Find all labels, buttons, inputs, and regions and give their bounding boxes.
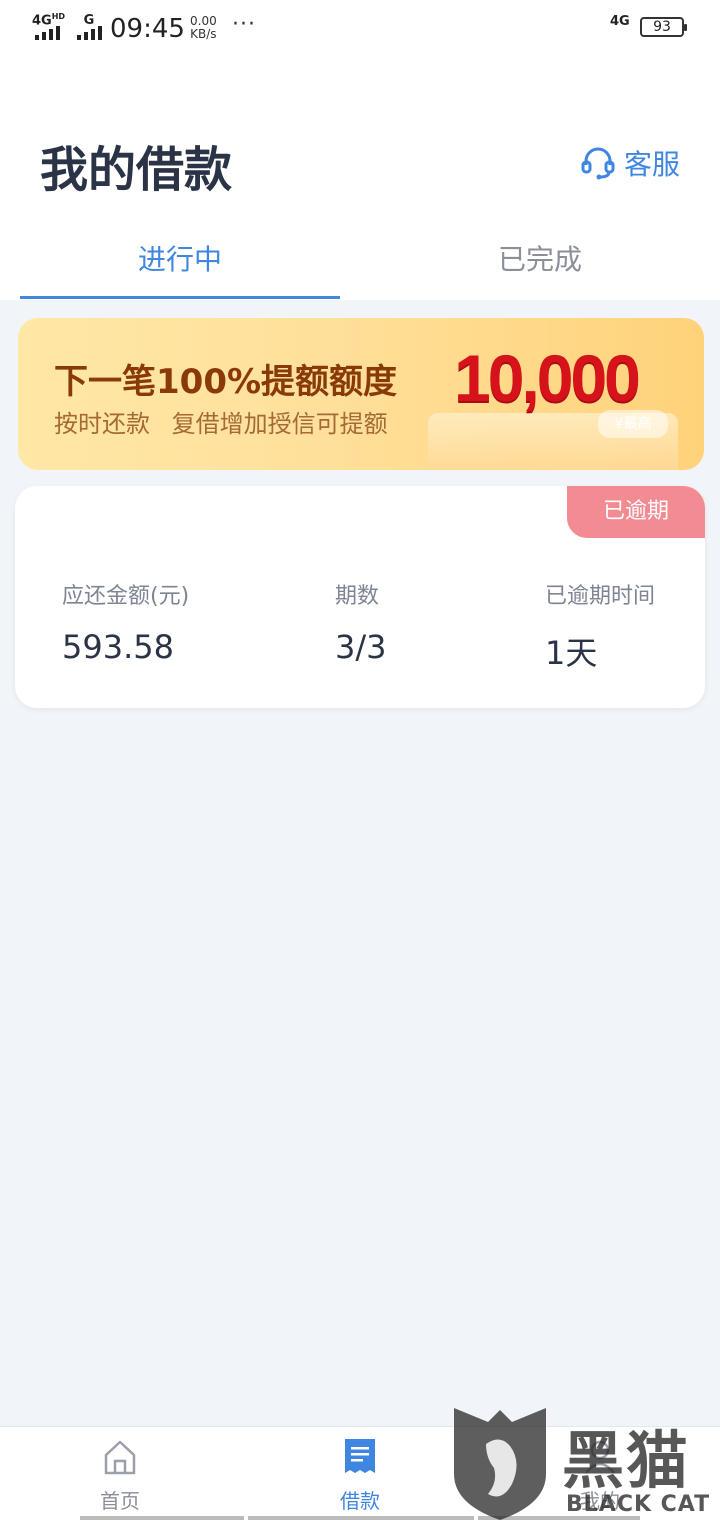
signal-icon (77, 26, 102, 40)
installments-value: 3/3 (335, 628, 387, 666)
installments-label: 期数 (335, 584, 380, 609)
banner-amount: 10,000 (454, 341, 641, 415)
user-icon (585, 1440, 615, 1474)
status-bar: 4GHD G 09:45 0.00 KB/s ··· 4G 93 (0, 0, 720, 60)
customer-service-button[interactable]: 客服 (580, 143, 680, 183)
active-tab-indicator (20, 296, 340, 299)
nav-loan[interactable]: 借款 (300, 1437, 420, 1514)
promo-banner[interactable]: ¥最高 下一笔100%提额额度 按时还款 复借增加授信可提额 10,000 (18, 318, 704, 470)
amount-due-value: 593.58 (62, 628, 174, 666)
nav-home-label: 首页 (100, 1489, 140, 1513)
amount-due-label: 应还金额(元) (62, 584, 190, 609)
banner-title: 下一笔100%提额额度 (54, 362, 398, 402)
nav-mine-label: 我的 (580, 1489, 620, 1513)
overdue-time-column: 已逾期时间 1天 (545, 578, 655, 674)
headset-icon (581, 147, 615, 180)
network-4g-indicator: 4G (610, 14, 630, 29)
tab-in-progress[interactable]: 进行中 (20, 238, 340, 278)
home-icon (104, 1440, 136, 1475)
nav-mine[interactable]: 我的 (540, 1437, 660, 1514)
battery-icon: 93 (640, 17, 687, 37)
signal-icon (35, 26, 60, 40)
bill-icon (345, 1439, 375, 1473)
overdue-time-label: 已逾期时间 (545, 584, 656, 609)
overdue-time-value: 1天 (545, 634, 598, 672)
header: 我的借款 客服 进行中 已完成 (0, 60, 720, 300)
installments-column: 期数 3/3 (335, 578, 387, 666)
amount-due-column: 应还金额(元) 593.58 (62, 578, 189, 666)
nav-home[interactable]: 首页 (60, 1437, 180, 1514)
network-speed: 0.00 KB/s (190, 14, 217, 41)
tab-completed[interactable]: 已完成 (380, 238, 700, 278)
customer-service-label: 客服 (624, 148, 681, 181)
loan-tabs: 进行中 已完成 (0, 230, 720, 300)
bottom-navigation: 首页 借款 我的 (0, 1426, 720, 1520)
more-icon: ··· (232, 12, 256, 37)
nav-loan-label: 借款 (340, 1489, 380, 1513)
clock: 09:45 (110, 14, 185, 44)
overdue-badge: 已逾期 (567, 486, 705, 538)
loan-card[interactable]: 已逾期 应还金额(元) 593.58 期数 3/3 已逾期时间 1天 (15, 486, 705, 708)
banner-subtitle: 按时还款 复借增加授信可提额 (54, 410, 388, 438)
page-title: 我的借款 (40, 142, 233, 198)
nav-gesture-bars (0, 1516, 720, 1520)
